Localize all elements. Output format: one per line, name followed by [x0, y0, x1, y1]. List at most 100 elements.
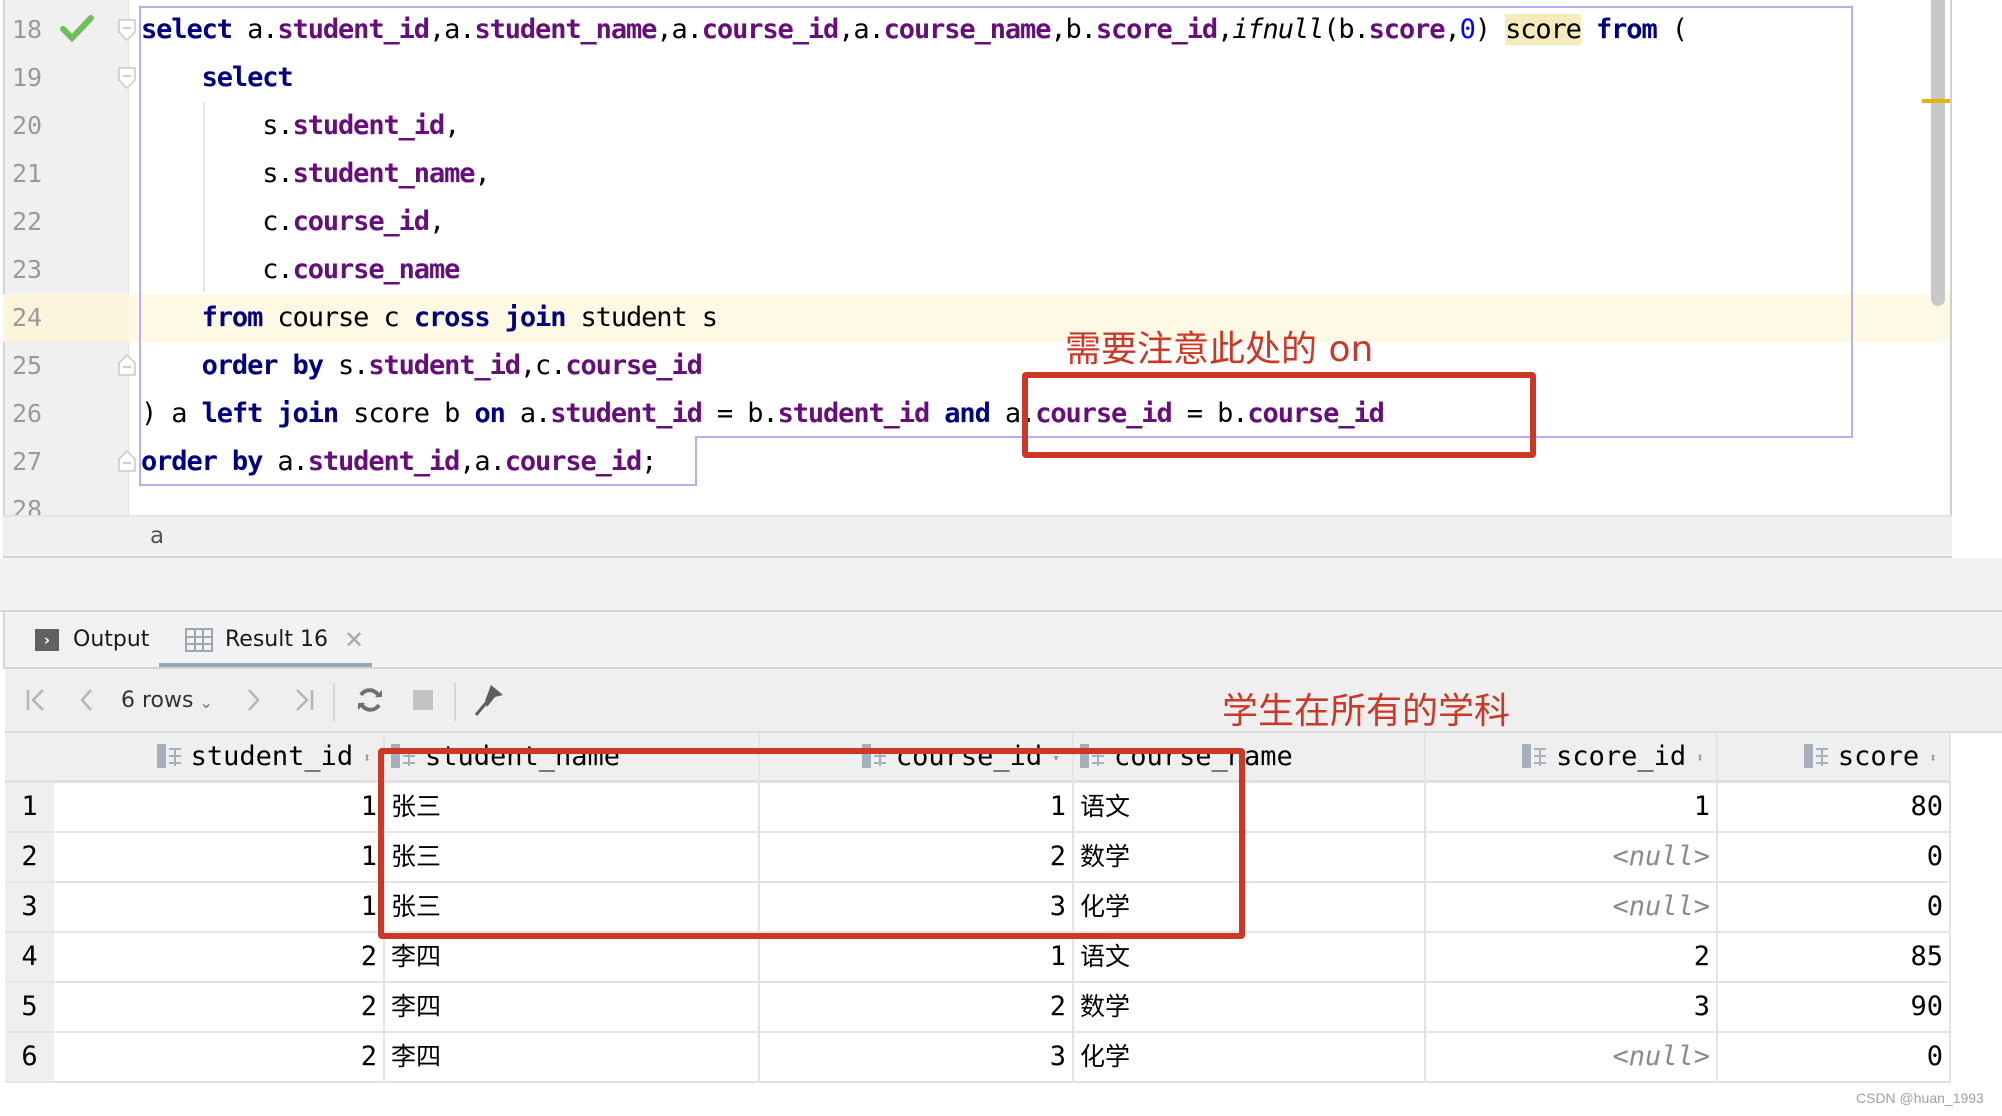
row-number-header [5, 733, 54, 783]
last-page-icon [296, 689, 314, 711]
pin-icon [474, 685, 503, 716]
cell-score-id[interactable]: 3 [1426, 983, 1718, 1033]
cell-score-id[interactable]: <null> [1426, 883, 1718, 933]
column-header-score[interactable]: score ⬍ [1718, 733, 1951, 783]
cell-student-id[interactable]: 2 [54, 1033, 385, 1083]
chevron-down-icon: ⌄ [199, 692, 213, 712]
line-number: 22 [12, 207, 43, 236]
cell-score[interactable]: 0 [1718, 833, 1951, 883]
tab-label: Result 16 [225, 627, 328, 652]
cell-score-id[interactable]: <null> [1426, 833, 1718, 883]
pin-tab-button[interactable] [471, 669, 507, 731]
panel-divider[interactable] [0, 558, 2002, 612]
cell-student-name[interactable]: 李四 [385, 933, 760, 983]
fold-end-icon[interactable] [118, 450, 136, 472]
fold-start-icon[interactable] [118, 19, 136, 41]
cell-student-name[interactable]: 李四 [385, 1033, 760, 1083]
cell-score[interactable]: 85 [1718, 933, 1951, 983]
row-number[interactable]: 2 [5, 833, 54, 883]
line-number: 20 [12, 111, 43, 140]
cell-score-id[interactable]: <null> [1426, 1033, 1718, 1083]
row-number[interactable]: 5 [5, 983, 54, 1033]
cell-student-name[interactable]: 李四 [385, 983, 760, 1033]
column-header-label: score [1837, 741, 1920, 772]
cell-course-name[interactable]: 化学 [1074, 1033, 1426, 1083]
breadcrumb-bar: a [3, 515, 1952, 558]
stop-button[interactable] [407, 669, 439, 731]
line-number: 27 [12, 447, 43, 476]
annotation-subjects-note: 学生在所有的学科 [1222, 691, 1511, 732]
cell-score-id[interactable]: 2 [1426, 933, 1718, 983]
annotation-box-cross-join-rows [378, 748, 1245, 939]
cell-score-id[interactable]: 1 [1426, 783, 1718, 833]
column-header-score-id[interactable]: score_id ⬍ [1426, 733, 1718, 783]
sort-icon[interactable]: ⬍ [1696, 751, 1704, 766]
next-page-button[interactable] [239, 669, 269, 731]
cell-student-id[interactable]: 1 [54, 783, 385, 833]
line-number: 19 [12, 63, 43, 92]
cell-student-id[interactable]: 2 [54, 933, 385, 983]
fold-end-icon[interactable] [118, 354, 136, 376]
cell-course-id[interactable]: 3 [760, 1033, 1074, 1083]
row-number[interactable]: 6 [5, 1033, 54, 1083]
cell-score[interactable]: 0 [1718, 1033, 1951, 1083]
row-count-dropdown[interactable]: 6 rows ⌄ [121, 669, 213, 731]
cell-score[interactable]: 80 [1718, 783, 1951, 833]
cell-score[interactable]: 0 [1718, 883, 1951, 933]
column-header-student-id[interactable]: student_id ⬍ [54, 733, 385, 783]
last-page-button[interactable] [287, 669, 321, 731]
tab-output[interactable]: › Output [35, 612, 149, 667]
toolbar-separator [454, 683, 456, 721]
row-number[interactable]: 1 [5, 783, 54, 833]
chevron-right-icon [248, 689, 260, 711]
annotation-box-on-clause [1022, 372, 1536, 458]
first-page-button[interactable] [19, 669, 53, 731]
annotation-on-note: 需要注意此处的 on [1065, 329, 1374, 370]
line-number: 21 [12, 159, 43, 188]
results-toolbar: 6 rows ⌄ [5, 669, 2002, 733]
sql-editor[interactable]: 18 select a.student_id,a.student_name,a.c… [0, 0, 1952, 515]
statement-outline-tail [139, 436, 697, 486]
toolbar-separator [333, 683, 335, 721]
cell-score[interactable]: 90 [1718, 983, 1951, 1033]
column-header-label: student_id [190, 741, 354, 772]
line-number: 23 [12, 255, 43, 284]
active-tab-indicator [159, 663, 372, 667]
sort-icon[interactable]: ⬍ [363, 751, 371, 766]
line-number: 24 [12, 303, 43, 332]
cell-course-name[interactable]: 数学 [1074, 983, 1426, 1033]
cell-course-name[interactable]: 语文 [1074, 933, 1426, 983]
refresh-button[interactable] [352, 669, 388, 731]
breadcrumb-item[interactable]: a [150, 523, 164, 549]
line-number: 25 [12, 351, 43, 380]
fold-start-icon[interactable] [118, 67, 136, 89]
row-number[interactable]: 3 [5, 883, 54, 933]
cell-course-id[interactable]: 1 [760, 933, 1074, 983]
statement-outline [139, 6, 1853, 438]
stop-icon [413, 690, 433, 710]
tab-label: Output [73, 627, 150, 652]
first-page-icon [26, 689, 44, 711]
close-icon[interactable]: ✕ [344, 626, 364, 654]
row-count-label: 6 rows [121, 687, 194, 713]
cell-course-id[interactable]: 2 [760, 983, 1074, 1033]
column-header-label: score_id [1556, 741, 1687, 772]
watermark: CSDN @huan_1993 [1856, 1090, 1984, 1106]
table-icon [185, 627, 213, 652]
editor-vertical-scrollbar[interactable] [1931, 0, 1945, 306]
previous-page-button[interactable] [71, 669, 101, 731]
sort-icon[interactable]: ⬍ [1929, 751, 1937, 766]
cell-student-id[interactable]: 2 [54, 983, 385, 1033]
chevron-left-icon [80, 689, 92, 711]
cell-student-id[interactable]: 1 [54, 833, 385, 883]
row-number[interactable]: 4 [5, 933, 54, 983]
line-number: 28 [12, 495, 43, 515]
tab-result-16[interactable]: Result 16 ✕ [185, 612, 364, 667]
results-tab-bar: › Output Result 16 ✕ [3, 612, 2002, 669]
column-icon [156, 744, 181, 768]
code-line[interactable]: 28 [0, 486, 1950, 515]
refresh-icon [358, 688, 382, 712]
cell-student-id[interactable]: 1 [54, 883, 385, 933]
line-number: 26 [12, 399, 43, 428]
scrollbar-warning-marker[interactable] [1922, 99, 1950, 103]
